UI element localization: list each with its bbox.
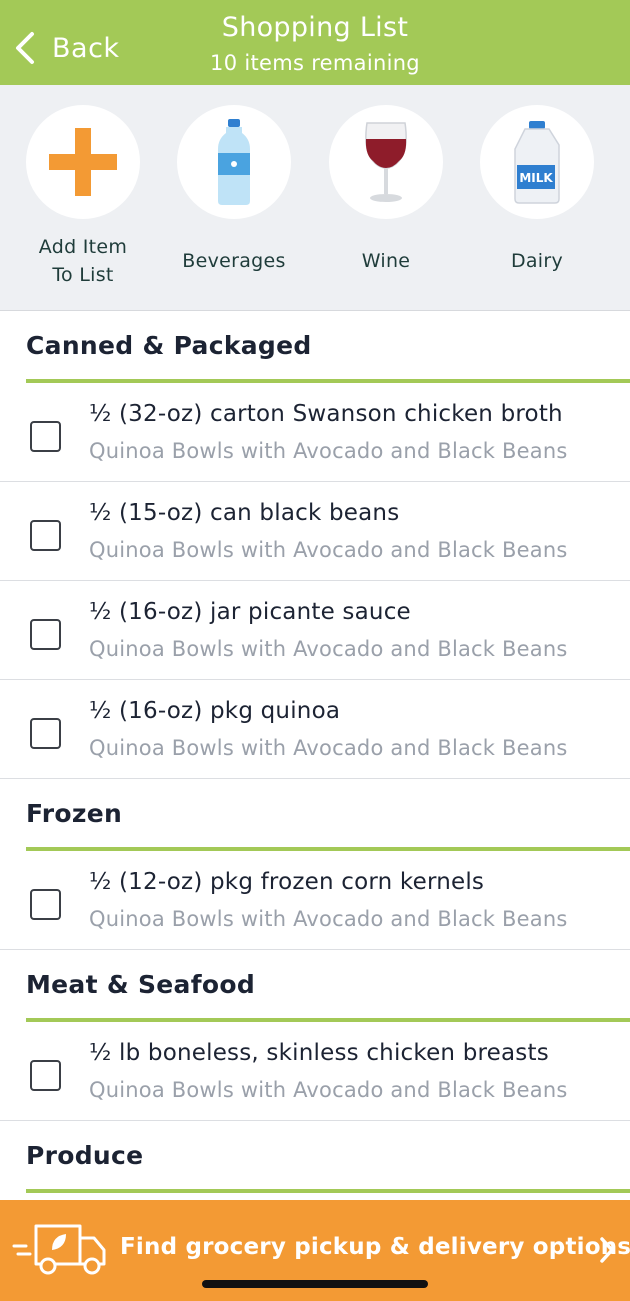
section-header: Frozen <box>26 779 630 851</box>
category-beverages[interactable]: Beverages <box>159 105 309 275</box>
item-name: ½ (15-oz) can black beans <box>89 500 400 526</box>
section-header: Produce <box>26 1121 630 1193</box>
item-name: ½ (12-oz) pkg frozen corn kernels <box>89 869 485 895</box>
category-strip: Add Item To List Beverages Wine MILK Dai… <box>0 85 630 311</box>
item-recipe: Quinoa Bowls with Avocado and Black Bean… <box>89 1078 568 1102</box>
wine-label: Wine <box>361 250 411 272</box>
item-name: ½ (16-oz) jar picante sauce <box>89 599 411 625</box>
banner-label: Find grocery pickup & delivery options <box>120 1234 630 1260</box>
add-item-label-line2: To List <box>52 264 114 286</box>
item-recipe: Quinoa Bowls with Avocado and Black Bean… <box>89 736 568 760</box>
item-name: ½ (16-oz) pkg quinoa <box>89 698 341 724</box>
category-dairy[interactable]: MILK Dairy <box>462 105 612 275</box>
item-name: ½ (32-oz) carton Swanson chicken broth <box>89 401 563 427</box>
add-item-label-line1: Add Item <box>38 236 128 258</box>
page-title: Shopping List <box>221 12 409 43</box>
beverages-circle <box>177 105 291 219</box>
water-bottle-icon <box>218 119 250 205</box>
section-header: Canned & Packaged <box>26 311 630 383</box>
dairy-circle: MILK <box>480 105 594 219</box>
item-checkbox[interactable] <box>30 520 61 551</box>
item-name: ½ lb boneless, skinless chicken breasts <box>89 1040 549 1066</box>
item-recipe: Quinoa Bowls with Avocado and Black Bean… <box>89 538 568 562</box>
add-item-circle <box>26 105 140 219</box>
section-title: Canned & Packaged <box>26 331 312 360</box>
header-bar: Back Shopping List 10 items remaining <box>0 0 630 85</box>
section-title: Frozen <box>26 799 123 828</box>
list-item[interactable]: ½ lb boneless, skinless chicken breasts … <box>0 1022 630 1121</box>
category-wine[interactable]: Wine <box>311 105 461 275</box>
wine-circle <box>329 105 443 219</box>
list-item[interactable]: ½ (32-oz) carton Swanson chicken broth Q… <box>0 383 630 482</box>
item-checkbox[interactable] <box>30 889 61 920</box>
milk-label-text: MILK <box>519 171 553 185</box>
list-item[interactable]: ½ (12-oz) pkg frozen corn kernels Quinoa… <box>0 851 630 950</box>
beverages-label: Beverages <box>182 250 286 272</box>
shopping-list: Canned & Packaged ½ (32-oz) carton Swans… <box>0 311 630 1193</box>
plus-icon <box>49 128 117 196</box>
list-item[interactable]: ½ (16-oz) jar picante sauce Quinoa Bowls… <box>0 581 630 680</box>
item-checkbox[interactable] <box>30 619 61 650</box>
milk-jug-icon: MILK <box>514 121 560 204</box>
item-recipe: Quinoa Bowls with Avocado and Black Bean… <box>89 439 568 463</box>
section-title: Produce <box>26 1141 144 1170</box>
add-item-label: Add Item To List <box>8 233 158 289</box>
add-item-button[interactable]: Add Item To List <box>8 105 158 289</box>
section-header: Meat & Seafood <box>26 950 630 1022</box>
dairy-label: Dairy <box>510 250 564 272</box>
home-indicator <box>202 1280 428 1288</box>
delivery-truck-icon <box>12 1224 106 1275</box>
list-item[interactable]: ½ (15-oz) can black beans Quinoa Bowls w… <box>0 482 630 581</box>
item-checkbox[interactable] <box>30 421 61 452</box>
item-recipe: Quinoa Bowls with Avocado and Black Bean… <box>89 907 568 931</box>
section-title: Meat & Seafood <box>26 970 256 999</box>
item-recipe: Quinoa Bowls with Avocado and Black Bean… <box>89 637 568 661</box>
item-checkbox[interactable] <box>30 718 61 749</box>
item-checkbox[interactable] <box>30 1060 61 1091</box>
list-item[interactable]: ½ (16-oz) pkg quinoa Quinoa Bowls with A… <box>0 680 630 779</box>
chevron-right-icon <box>600 1237 614 1263</box>
items-remaining-count: 10 items remaining <box>210 51 420 75</box>
wine-glass-icon <box>365 122 407 202</box>
